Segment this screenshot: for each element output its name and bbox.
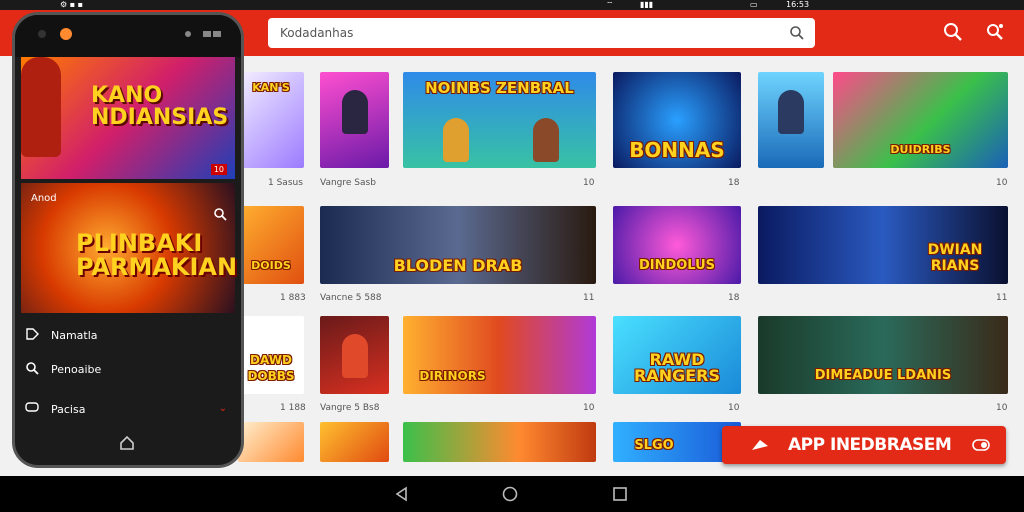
menu-item-penoaibe[interactable]: Penoaibe bbox=[21, 355, 235, 385]
tile-caption: Vangre Sasb bbox=[320, 178, 376, 188]
menu-item-label: Pacisa bbox=[51, 403, 86, 416]
search-icon bbox=[26, 362, 39, 375]
search-icon[interactable] bbox=[789, 25, 805, 41]
game-tile[interactable]: DIMEADUE LDANIS bbox=[758, 316, 1008, 394]
game-tile[interactable] bbox=[320, 422, 389, 462]
game-tile[interactable]: NOINBS ZENBRAL bbox=[403, 72, 596, 168]
recents-icon[interactable] bbox=[612, 486, 628, 502]
featured-banner[interactable]: KANO NDIANSIAS 10 bbox=[21, 57, 235, 179]
menu-item-label: Namatla bbox=[51, 329, 98, 342]
game-tile[interactable] bbox=[238, 422, 304, 462]
status-left-icons: ⚙ ▪ ▪ bbox=[60, 0, 84, 9]
game-tile[interactable]: KAN'S bbox=[238, 72, 304, 168]
tile-caption: 1 Sasus bbox=[268, 178, 303, 188]
game-tile[interactable] bbox=[758, 72, 824, 168]
tile-caption: 18 bbox=[728, 178, 740, 188]
phone-status-area bbox=[15, 15, 241, 57]
search-input-text[interactable]: Kodadanhas bbox=[280, 26, 353, 40]
game-tile[interactable]: BLODEN DRAB bbox=[320, 206, 596, 284]
promo-title: PLINBAKI PARMAKIAN bbox=[76, 229, 238, 281]
system-nav-bar bbox=[0, 476, 1024, 512]
search-icon[interactable] bbox=[943, 22, 963, 42]
home-icon[interactable] bbox=[502, 486, 518, 502]
game-tile[interactable]: DOIDS bbox=[238, 206, 304, 284]
back-icon[interactable] bbox=[394, 486, 410, 502]
game-tile[interactable] bbox=[320, 316, 389, 394]
game-tile[interactable]: BONNAS bbox=[613, 72, 741, 168]
hero-character bbox=[21, 57, 61, 157]
notification-icon bbox=[185, 31, 191, 37]
promo-banner[interactable]: Anod PLINBAKI PARMAKIAN bbox=[21, 183, 238, 313]
game-tile[interactable] bbox=[320, 72, 389, 168]
game-tile[interactable]: DWIAN RIANS bbox=[758, 206, 1008, 284]
chevron-down-icon: ⌄ bbox=[218, 403, 227, 414]
tile-caption: 1 883 bbox=[280, 293, 306, 303]
menu-item-label: Penoaibe bbox=[51, 363, 102, 376]
section-label: Anod bbox=[31, 193, 57, 204]
game-tile[interactable]: DAWD DOBBS bbox=[238, 316, 304, 394]
menu-item-pacisa[interactable]: Pacisa ⌄ bbox=[21, 395, 235, 425]
tile-caption: Vangre 5 Bs8 bbox=[320, 403, 380, 413]
chat-icon bbox=[25, 402, 39, 412]
game-tile[interactable]: DUIDRIBS bbox=[833, 72, 1008, 168]
menu-item-namatla[interactable]: Namatla bbox=[21, 321, 235, 351]
tile-caption: 1 188 bbox=[280, 403, 306, 413]
wifi-icon: ⌔ bbox=[606, 0, 614, 9]
signal-icon: ▮▮▮ bbox=[640, 0, 654, 9]
search-bar[interactable]: Kodadanhas bbox=[268, 18, 815, 48]
tile-caption: 10 bbox=[996, 178, 1008, 188]
signal-icon bbox=[203, 31, 221, 37]
featured-badge: 10 bbox=[210, 164, 227, 175]
app-logo-icon bbox=[60, 28, 72, 40]
game-tile[interactable] bbox=[403, 422, 596, 462]
cta-label: APP INEDBRASEM bbox=[788, 435, 952, 455]
tile-caption: 11 bbox=[583, 293, 595, 303]
home-icon[interactable] bbox=[119, 435, 135, 451]
status-time: 16:53 bbox=[786, 0, 810, 9]
game-tile[interactable]: DINDOLUS bbox=[613, 206, 741, 284]
phone-mockup: KANO NDIANSIAS 10 Anod PLINBAKI PARMAKIA… bbox=[12, 12, 244, 468]
tag-icon bbox=[26, 328, 39, 340]
game-tile[interactable]: DIRINORS bbox=[403, 316, 596, 394]
tile-caption: 18 bbox=[728, 293, 740, 303]
tile-caption: 10 bbox=[728, 403, 740, 413]
featured-title: KANO NDIANSIAS bbox=[91, 83, 229, 130]
camera-icon bbox=[38, 30, 46, 38]
tile-caption: 11 bbox=[996, 293, 1008, 303]
tile-caption: Vancne 5 588 bbox=[320, 293, 382, 303]
battery-icon: ▭ bbox=[750, 0, 758, 9]
tile-caption: 10 bbox=[583, 178, 595, 188]
game-tile[interactable]: RAWD RANGERS bbox=[613, 316, 741, 394]
app-download-button[interactable]: APP INEDBRASEM bbox=[722, 426, 1006, 464]
send-icon bbox=[752, 440, 768, 450]
tile-caption: 10 bbox=[583, 403, 595, 413]
tile-caption: 10 bbox=[996, 403, 1008, 413]
toggle-icon bbox=[972, 439, 990, 451]
voice-search-icon[interactable] bbox=[985, 22, 1005, 42]
status-bar: ⚙ ▪ ▪ ⌔ ▮▮▮ ▭ 16:53 bbox=[0, 0, 1024, 10]
search-icon[interactable] bbox=[213, 207, 227, 221]
